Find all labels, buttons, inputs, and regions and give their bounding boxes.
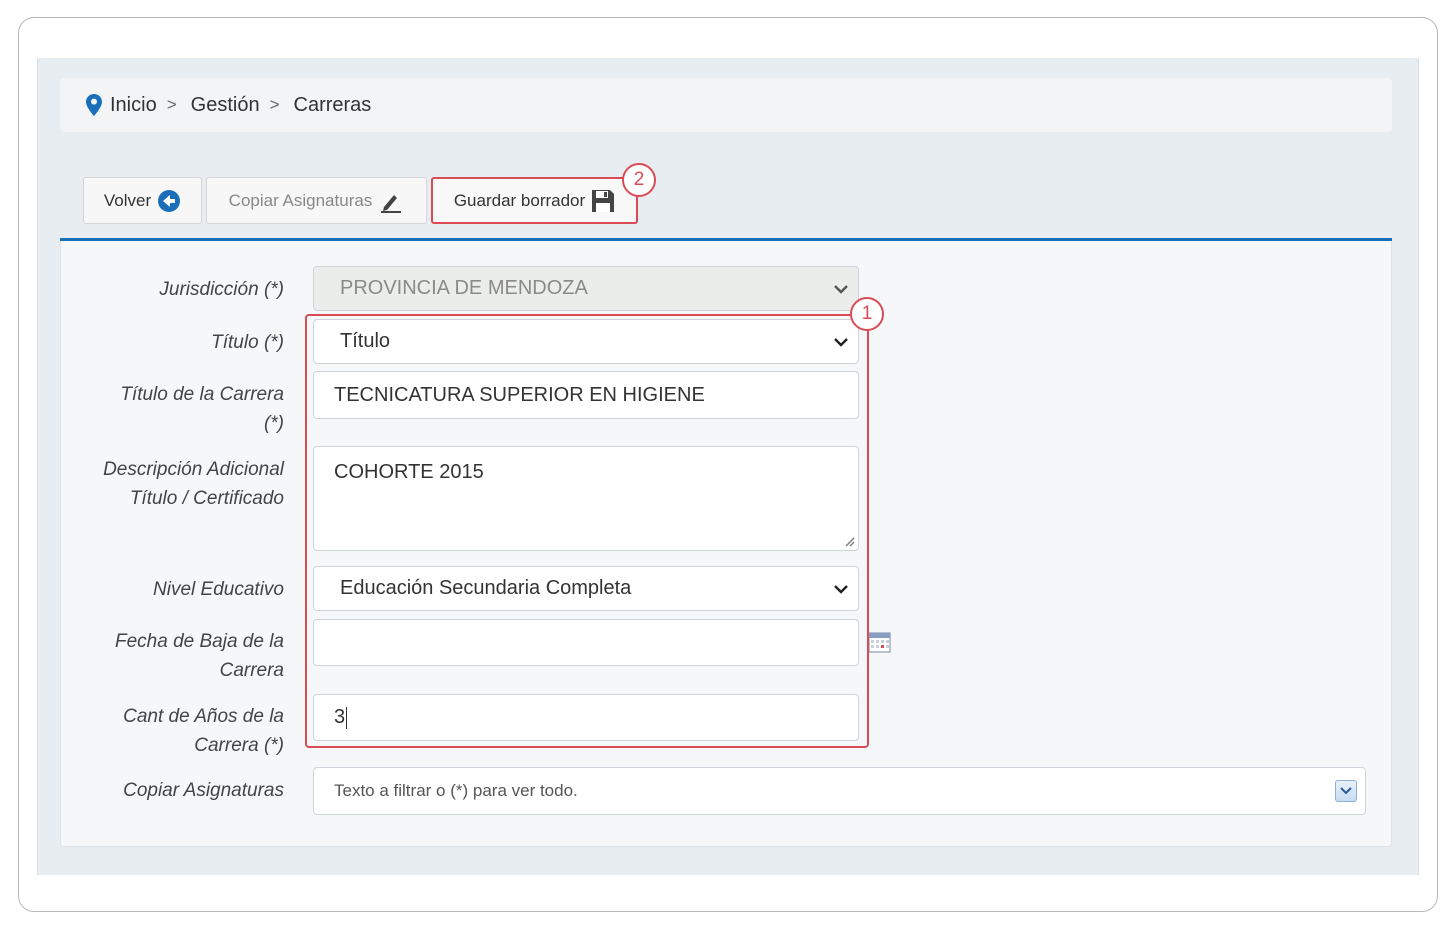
titulo-carrera-value: TECNICATURA SUPERIOR EN HIGIENE (334, 383, 705, 406)
copiar-asignaturas-combobox[interactable]: Texto a filtrar o (*) para ver todo. (313, 767, 1366, 815)
cant-anios-input[interactable]: 3 (313, 694, 859, 741)
descripcion-label-line2: Título / Certificado (129, 488, 284, 509)
cant-anios-label: Cant de Años de la Carrera (*) (54, 702, 284, 760)
chevron-down-icon (834, 337, 848, 347)
fecha-baja-label: Fecha de Baja de la Carrera (54, 627, 284, 685)
chevron-down-icon (1340, 787, 1352, 795)
nivel-label: Nivel Educativo (153, 579, 284, 600)
titulo-value: Título (340, 330, 391, 352)
titulo-carrera-label: Título de la Carrera (*) (54, 380, 284, 438)
annotation-badge-2: 2 (622, 163, 656, 197)
jurisdiccion-value: PROVINCIA DE MENDOZA (340, 277, 588, 299)
nivel-educativo-select[interactable]: Educación Secundaria Completa (313, 566, 859, 611)
cant-anios-value: 3 (334, 706, 346, 728)
descripcion-label-line1: Descripción Adicional (103, 459, 284, 480)
cant-anios-label-line2: Carrera (*) (194, 735, 284, 756)
volver-button[interactable]: Volver (83, 177, 202, 224)
chevron-down-icon (834, 584, 848, 594)
breadcrumb-item-carreras: Carreras (293, 93, 372, 116)
fecha-baja-label-line2: Carrera (219, 660, 284, 681)
breadcrumb-item-gestion[interactable]: Gestión (191, 94, 260, 117)
chevron-down-icon (834, 284, 848, 294)
calendar-icon[interactable] (868, 631, 891, 653)
resize-grip-icon[interactable] (843, 535, 855, 547)
titulo-carrera-label-line2: (*) (263, 413, 284, 434)
breadcrumb-separator: > (166, 95, 177, 114)
guardar-borrador-button[interactable]: Guardar borrador (431, 177, 638, 224)
descripcion-value: COHORTE 2015 (334, 461, 484, 483)
copiar-asignaturas-button[interactable]: Copiar Asignaturas (206, 177, 427, 224)
breadcrumb-separator: > (269, 95, 280, 114)
back-arrow-icon (158, 189, 181, 212)
titulo-select[interactable]: Título (313, 319, 859, 364)
annotation-badge-1: 1 (850, 297, 884, 331)
copiar-asignaturas-label: Copiar Asignaturas (123, 780, 284, 801)
cant-anios-label-line1: Cant de Años de la (123, 706, 284, 727)
location-pin-icon (86, 94, 102, 116)
fecha-baja-input[interactable] (313, 619, 859, 666)
guardar-label: Guardar borrador (453, 190, 586, 210)
titulo-carrera-input[interactable]: TECNICATURA SUPERIOR EN HIGIENE (313, 371, 859, 419)
descripcion-textarea[interactable]: COHORTE 2015 (313, 446, 859, 551)
titulo-carrera-label-line1: Título de la Carrera (120, 384, 284, 405)
jurisdiccion-select: PROVINCIA DE MENDOZA (313, 266, 859, 311)
pencil-icon (381, 194, 402, 213)
descripcion-label: Descripción Adicional Título / Certifica… (54, 455, 284, 513)
nivel-value: Educación Secundaria Completa (340, 577, 632, 599)
breadcrumb: Inicio > Gestión > Carreras (60, 78, 1392, 132)
breadcrumb-item-inicio[interactable]: Inicio (110, 94, 157, 117)
volver-label: Volver (103, 190, 152, 210)
text-caret (346, 706, 348, 729)
fecha-baja-label-line1: Fecha de Baja de la (114, 631, 284, 652)
floppy-disk-icon (592, 189, 615, 212)
combo-dropdown-button[interactable] (1335, 780, 1357, 802)
copiar-asignaturas-placeholder: Texto a filtrar o (*) para ver todo. (334, 781, 578, 800)
copiar-label: Copiar Asignaturas (228, 190, 373, 210)
titulo-label: Título (*) (211, 332, 284, 353)
jurisdiccion-label: Jurisdicción (*) (159, 279, 284, 300)
